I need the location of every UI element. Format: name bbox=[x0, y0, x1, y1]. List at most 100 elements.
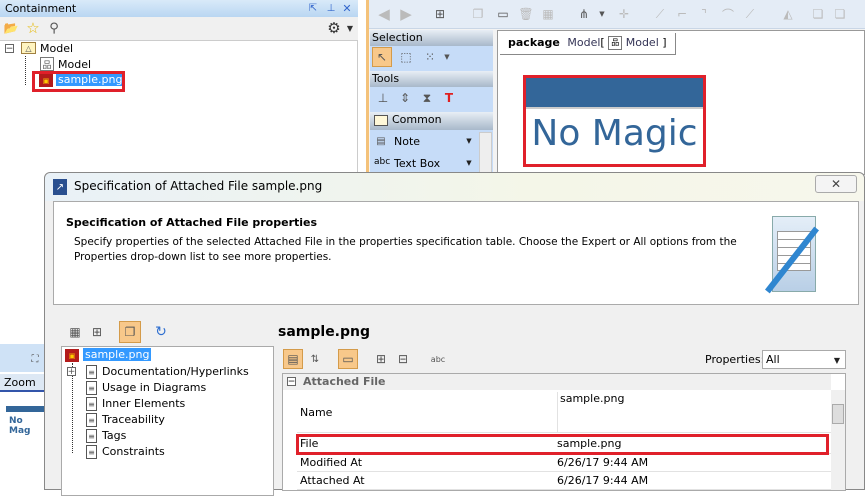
line-rect-icon[interactable]: ⌐ bbox=[673, 5, 691, 23]
table-view-icon[interactable]: ▦ bbox=[67, 324, 83, 340]
stamp-icon[interactable]: ⊥ bbox=[374, 89, 392, 107]
delete-model-icon[interactable]: ▦ bbox=[539, 5, 557, 23]
chevron-down-icon[interactable]: ▼ bbox=[464, 157, 474, 169]
property-value: 6/26/17 9:44 AM bbox=[557, 456, 649, 469]
fill-icon[interactable]: ◭ bbox=[779, 5, 797, 23]
containment-tree: − △ Model 品 Model ▣ sample.png bbox=[0, 41, 358, 172]
spread-icon[interactable]: ⇕ bbox=[396, 89, 414, 107]
refresh-icon[interactable]: ↻ bbox=[153, 324, 169, 340]
frame-kind: package bbox=[508, 36, 560, 49]
expand-all-icon[interactable]: ⊞ bbox=[373, 351, 389, 367]
diagram-icon: 品 bbox=[608, 36, 623, 50]
property-row-modified-at[interactable]: Modified At 6/26/17 9:44 AM bbox=[297, 454, 831, 472]
nav-label: Documentation/Hyperlinks bbox=[102, 365, 249, 378]
categorized-icon[interactable]: ▤ bbox=[283, 349, 303, 369]
image-file-icon: ▣ bbox=[65, 349, 79, 362]
bracket-open: [ bbox=[600, 36, 605, 49]
forward-icon[interactable]: ▶ bbox=[397, 5, 415, 23]
chevron-down-icon[interactable]: ▼ bbox=[345, 20, 355, 36]
property-key: Attached At bbox=[300, 474, 365, 487]
line-bezier-icon[interactable]: ⟋ bbox=[741, 5, 759, 23]
tree-item-model-diagram[interactable]: Model bbox=[58, 58, 91, 71]
fit-icon[interactable]: ⛶ bbox=[28, 352, 42, 366]
collapse-icon[interactable]: − bbox=[287, 377, 296, 387]
select-all-icon[interactable]: ⁙ bbox=[420, 47, 440, 67]
property-row-name[interactable]: Name sample.png bbox=[297, 390, 831, 433]
header-title: Specification of Attached File propertie… bbox=[66, 216, 318, 229]
diagram-frame-tab: package Model[ 品 Model ] bbox=[500, 33, 676, 55]
properties-select[interactable]: All ▼ bbox=[762, 350, 846, 369]
sort-alpha-icon[interactable]: ⇅ bbox=[307, 351, 323, 367]
property-key: Modified At bbox=[300, 456, 363, 469]
property-value[interactable]: sample.png bbox=[557, 392, 624, 433]
page-icon: ≡ bbox=[86, 429, 97, 443]
compress-icon[interactable]: ⧗ bbox=[418, 89, 436, 107]
palette-common-header[interactable]: Common bbox=[370, 112, 493, 130]
tree-item-model-package[interactable]: Model bbox=[40, 42, 73, 55]
abc-icon: abc bbox=[374, 157, 391, 167]
containment-tree-icon[interactable]: ⊞ bbox=[431, 5, 449, 23]
element-title: sample.png bbox=[278, 324, 371, 340]
collapse-icon[interactable]: − bbox=[5, 44, 14, 54]
palette-scrollbar[interactable] bbox=[479, 132, 492, 175]
palette-item-textbox[interactable]: abc Text Box ▼ bbox=[370, 154, 478, 174]
expand-icon[interactable]: + bbox=[67, 367, 76, 377]
bring-front-icon[interactable]: ❏ bbox=[809, 5, 827, 23]
close-icon[interactable]: ✕ bbox=[341, 1, 353, 15]
nav-label: Usage in Diagrams bbox=[102, 381, 207, 394]
nav-label: Constraints bbox=[102, 445, 165, 458]
dialog-titlebar: ↗ Specification of Attached File sample.… bbox=[45, 173, 864, 201]
rect-select-icon[interactable]: ⬚ bbox=[396, 47, 416, 67]
layout-icon[interactable]: ⋔ bbox=[575, 5, 593, 23]
textbox-label: Text Box bbox=[394, 157, 441, 170]
show-abbrev-icon[interactable]: abc bbox=[429, 351, 447, 367]
delete-icon[interactable]: 🗑 bbox=[517, 5, 535, 23]
chevron-down-icon[interactable]: ▼ bbox=[597, 5, 607, 23]
chevron-down-icon[interactable]: ▼ bbox=[464, 135, 474, 147]
copy-icon[interactable]: ❐ bbox=[469, 5, 487, 23]
back-icon[interactable]: ◀ bbox=[375, 5, 393, 23]
containment-toolbar: 📂 ☆ ⚲ ⚙ ▼ bbox=[0, 17, 358, 41]
toggle-view-icon[interactable]: ❐ bbox=[119, 321, 141, 343]
dialog-title: Specification of Attached File sample.pn… bbox=[74, 179, 323, 193]
no-magic-logo-text: No Magic bbox=[531, 113, 698, 154]
pin-icon[interactable]: ⊥ bbox=[325, 1, 337, 15]
collapse-all-icon[interactable]: ⊟ bbox=[395, 351, 411, 367]
pointer-icon[interactable]: ↖ bbox=[372, 47, 392, 67]
diagram-canvas[interactable]: package Model[ 品 Model ] No Magic bbox=[497, 30, 865, 175]
tree-view-icon[interactable]: ⊞ bbox=[89, 324, 105, 340]
line-curve-icon[interactable]: ⌒ bbox=[719, 5, 737, 23]
search-icon[interactable]: ⚲ bbox=[46, 20, 62, 36]
align-icon[interactable]: ✛ bbox=[615, 5, 633, 23]
property-key: Name bbox=[300, 406, 333, 419]
group-attached-file[interactable]: − Attached File bbox=[283, 374, 831, 390]
send-back-icon[interactable]: ❏ bbox=[831, 5, 849, 23]
zoom-tab[interactable]: Zoom bbox=[0, 374, 45, 392]
image-shape[interactable]: No Magic bbox=[523, 75, 706, 167]
line-straight-icon[interactable]: ⟋ bbox=[651, 5, 669, 23]
palette-tools-header[interactable]: Tools bbox=[370, 71, 493, 87]
undock-icon[interactable]: ⇱ bbox=[307, 1, 319, 15]
star-icon[interactable]: ☆ bbox=[25, 19, 41, 37]
text-tool-icon[interactable]: T bbox=[440, 89, 458, 107]
spec-nav-tree: ▣ sample.png + ≡ Documentation/Hyperlinks… bbox=[61, 346, 274, 496]
nav-item-sample-png[interactable]: sample.png bbox=[83, 348, 152, 361]
frame-diagram-name: Model bbox=[625, 36, 659, 49]
property-value: 6/26/17 9:44 AM bbox=[557, 474, 649, 487]
line-oblique-icon[interactable]: ⌝ bbox=[695, 5, 713, 23]
paste-icon[interactable]: ▭ bbox=[494, 5, 512, 23]
package-icon: △ bbox=[21, 42, 36, 54]
properties-table: − Attached File Name sample.png File sampl… bbox=[282, 373, 846, 491]
palette-item-note[interactable]: ▤ Note ▼ bbox=[370, 132, 478, 152]
description-icon[interactable]: ▭ bbox=[338, 349, 358, 369]
palette-selection-header[interactable]: Selection bbox=[370, 30, 493, 46]
chevron-down-icon[interactable]: ▼ bbox=[442, 47, 452, 67]
gear-icon[interactable]: ⚙ bbox=[326, 19, 342, 37]
close-button[interactable]: ✕ bbox=[815, 175, 857, 193]
property-row-attached-at[interactable]: Attached At 6/26/17 9:44 AM bbox=[297, 472, 831, 490]
table-scrollbar[interactable] bbox=[831, 390, 845, 490]
nav-label: Inner Elements bbox=[102, 397, 186, 410]
group-label: Attached File bbox=[303, 375, 386, 388]
open-folder-icon[interactable]: 📂 bbox=[3, 20, 19, 36]
zoom-preview: No Mag bbox=[9, 416, 31, 436]
